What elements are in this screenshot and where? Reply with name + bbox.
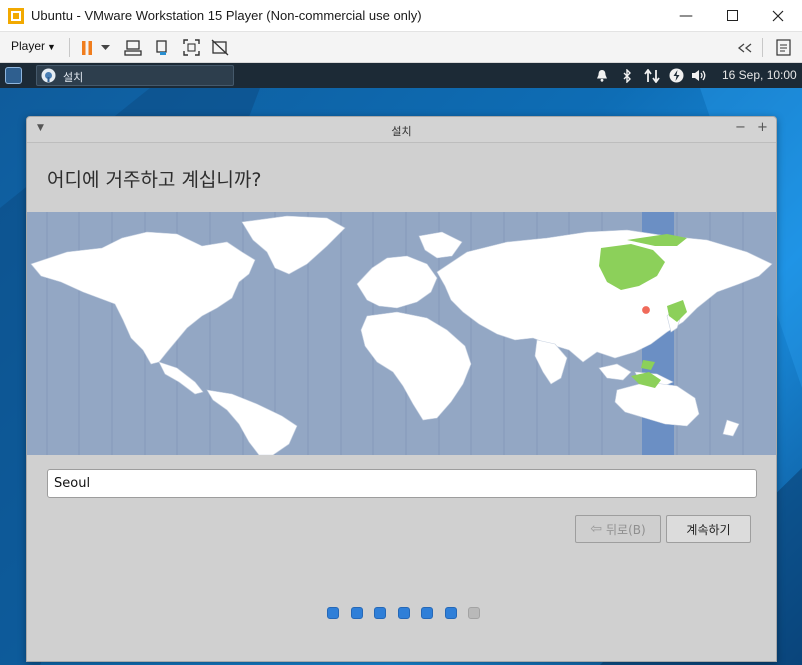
clock[interactable]: 16 Sep, 10:00 [722, 68, 797, 82]
back-button[interactable]: ⇦ 뒤로(B) [575, 515, 661, 543]
network-icon[interactable] [643, 67, 661, 84]
progress-dot [397, 607, 410, 619]
installer-icon [41, 68, 56, 83]
progress-dot [327, 607, 339, 619]
player-menu-label: Player [11, 39, 46, 53]
world-map-graphic [30, 212, 773, 455]
notes-icon[interactable] [772, 37, 794, 58]
progress-dot [350, 607, 363, 619]
progress-dot [468, 607, 480, 619]
timezone-map[interactable] [27, 212, 776, 455]
arrow-left-icon: ⇦ [590, 521, 603, 537]
send-ctrl-alt-del-icon[interactable] [122, 37, 144, 58]
taskbar-item-label: 설치 [63, 71, 84, 84]
minimize-icon[interactable]: — [663, 0, 709, 31]
pause-icon[interactable] [76, 37, 98, 58]
vmware-toolbar: Player ▼ [0, 32, 802, 63]
location-marker [640, 304, 652, 316]
installer-title: 설치 [391, 125, 412, 138]
dropdown-icon[interactable] [97, 37, 113, 58]
continue-button[interactable]: 계속하기 [666, 515, 751, 543]
bluetooth-icon[interactable] [619, 67, 635, 84]
installer-window: ▼ 설치 − + 어디에 거주하고 계십니까? Seoul ⇦ 뒤로(B) 계속… [26, 116, 777, 662]
show-desktop-icon[interactable] [5, 67, 22, 84]
minimize-icon[interactable]: − [735, 120, 746, 135]
vmware-logo-icon [8, 8, 24, 24]
window-title: Ubuntu - VMware Workstation 15 Player (N… [31, 8, 422, 23]
toolbar-divider [762, 38, 763, 57]
back-button-label: 뒤로(B) [606, 522, 646, 537]
removable-devices-icon[interactable] [151, 37, 173, 58]
installer-title-bar: ▼ 설치 − + [27, 117, 776, 143]
top-panel: 설치 16 Sep, 10:00 [0, 63, 802, 88]
progress-dot [374, 607, 386, 619]
player-menu[interactable]: Player ▼ [11, 39, 56, 53]
unity-icon[interactable] [209, 37, 231, 58]
city-input[interactable]: Seoul [47, 469, 757, 498]
chevron-down-icon: ▼ [47, 42, 56, 52]
vmware-title-bar: Ubuntu - VMware Workstation 15 Player (N… [0, 0, 802, 32]
maximize-icon[interactable] [709, 0, 755, 31]
maximize-icon[interactable]: + [757, 120, 768, 135]
close-icon[interactable] [755, 0, 801, 31]
power-icon[interactable] [667, 67, 685, 84]
collapse-library-icon[interactable] [734, 37, 756, 58]
notification-bell-icon[interactable] [594, 67, 610, 84]
toolbar-divider [69, 38, 70, 57]
progress-dot [444, 607, 457, 619]
volume-icon[interactable] [690, 67, 708, 84]
taskbar-item-installer[interactable]: 설치 [36, 65, 234, 86]
progress-dot [421, 607, 433, 619]
step-progress [27, 607, 776, 621]
page-heading: 어디에 거주하고 계십니까? [47, 169, 262, 191]
fullscreen-icon[interactable] [180, 37, 202, 58]
continue-button-label: 계속하기 [686, 522, 731, 537]
